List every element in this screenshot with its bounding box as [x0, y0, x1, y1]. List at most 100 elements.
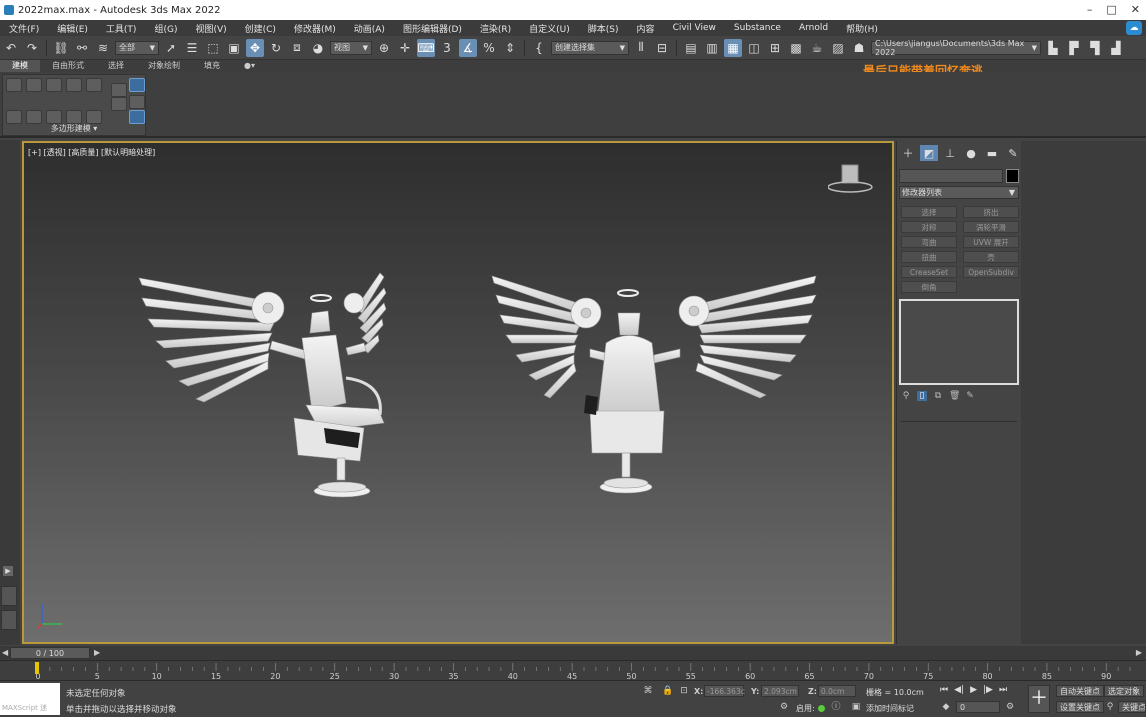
- scene-explorer-icon[interactable]: ▤: [682, 39, 700, 57]
- utilities-tab-icon[interactable]: ✎: [1004, 145, 1022, 161]
- key-filters-button[interactable]: 关键点: [1118, 701, 1146, 713]
- mod-turbosmooth-button[interactable]: 涡轮平滑: [963, 221, 1019, 233]
- mod-select-button[interactable]: 选择: [901, 206, 957, 218]
- curve-editor-icon[interactable]: ◫: [745, 39, 763, 57]
- make-unique-icon[interactable]: ⧉: [933, 391, 943, 401]
- time-config-icon[interactable]: ⚙: [1004, 701, 1016, 713]
- menu-scripting[interactable]: 脚本(S): [579, 22, 628, 35]
- next-modifier-icon[interactable]: [111, 83, 127, 97]
- key-filters-icon[interactable]: ⚲: [1104, 701, 1116, 713]
- polygon-modeling-label[interactable]: 多边形建模 ▾: [3, 123, 145, 134]
- project-open-icon[interactable]: ▛: [1065, 39, 1083, 57]
- use-soft-selection-icon[interactable]: [86, 110, 102, 124]
- keyboard-shortcut-icon[interactable]: ⌨: [417, 38, 435, 57]
- viewport-layout-tab[interactable]: [1, 586, 17, 606]
- select-rotate-icon[interactable]: ↻: [267, 39, 285, 57]
- create-tab-icon[interactable]: ＋: [899, 145, 917, 161]
- mirror-icon[interactable]: ⫴: [632, 39, 650, 57]
- project-folder-icon[interactable]: ▙: [1044, 39, 1062, 57]
- show-end-result-icon[interactable]: [46, 110, 62, 124]
- menu-help[interactable]: 帮助(H): [837, 22, 887, 35]
- rendered-frame-icon[interactable]: ▨: [829, 39, 847, 57]
- selection-lock-icon[interactable]: 🔒: [662, 685, 674, 697]
- menu-edit[interactable]: 编辑(E): [48, 22, 97, 35]
- mod-extrude-button[interactable]: 挤出: [963, 206, 1019, 218]
- edit-named-selection-icon[interactable]: {: [530, 39, 548, 57]
- tab-populate[interactable]: 填充: [192, 60, 232, 72]
- menu-rendering[interactable]: 渲染(R): [471, 22, 520, 35]
- ribbon-options-icon[interactable]: ●▾: [232, 60, 267, 72]
- edge-mode-icon[interactable]: [26, 78, 42, 92]
- y-coord-field[interactable]: 2.093cm: [761, 685, 799, 697]
- bind-spacewarp-icon[interactable]: ≋: [94, 39, 112, 57]
- expand-arrow-icon[interactable]: ▶: [3, 566, 13, 576]
- prev-frame-arrow-icon[interactable]: ◀: [2, 648, 8, 657]
- align-icon[interactable]: ⊟: [653, 39, 671, 57]
- mod-twist-button[interactable]: 扭曲: [901, 251, 957, 263]
- rect-selection-icon[interactable]: ⬚: [204, 39, 222, 57]
- object-name-input[interactable]: [899, 169, 1003, 183]
- add-time-tag-icon[interactable]: ▣: [850, 701, 862, 713]
- constraint-edge-icon[interactable]: [129, 95, 145, 109]
- perspective-viewport[interactable]: [+] [透视] [高质量] [默认明暗处理]: [22, 141, 894, 644]
- adaptive-degradation-icon[interactable]: ⚙: [778, 701, 790, 713]
- next-frame-arrow-icon[interactable]: ▶: [94, 648, 100, 657]
- set-key-button-icon[interactable]: ＋: [1028, 685, 1050, 713]
- mod-shell-button[interactable]: 壳: [963, 251, 1019, 263]
- next-frame-icon[interactable]: |▶: [983, 685, 993, 695]
- undo-icon[interactable]: ↶: [2, 39, 20, 57]
- spinner-snap-icon[interactable]: ⇕: [501, 39, 519, 57]
- element-mode-icon[interactable]: [86, 78, 102, 92]
- motion-tab-icon[interactable]: ●: [962, 145, 980, 161]
- reference-coord-dropdown[interactable]: 视图 ▼: [330, 40, 372, 55]
- configure-sets-icon[interactable]: ✎: [965, 391, 975, 401]
- select-place-icon[interactable]: ◕: [309, 39, 327, 57]
- redo-icon[interactable]: ↷: [23, 39, 41, 57]
- tab-modeling[interactable]: 建模: [0, 60, 40, 72]
- minimize-icon[interactable]: –: [1087, 3, 1093, 16]
- add-time-tag-label[interactable]: 添加时间标记: [866, 703, 914, 714]
- isolate-selection-icon[interactable]: ⌘: [642, 685, 654, 697]
- pivot-center-icon[interactable]: ⊕: [375, 39, 393, 57]
- selection-filter-dropdown[interactable]: 全部 ▼: [115, 40, 159, 55]
- menu-create[interactable]: 创建(C): [236, 22, 285, 35]
- tab-object-paint[interactable]: 对象绘制: [136, 60, 192, 72]
- vertex-mode-icon[interactable]: [6, 78, 22, 92]
- time-slider-thumb[interactable]: 0 / 100: [10, 647, 90, 659]
- mod-opensubdiv-button[interactable]: OpenSubdiv: [963, 266, 1019, 278]
- go-to-end-icon[interactable]: ⏭: [999, 685, 1007, 695]
- mod-symmetry-button[interactable]: 对称: [901, 221, 957, 233]
- project-save-icon[interactable]: ▜: [1086, 39, 1104, 57]
- modify-mode-icon[interactable]: [6, 110, 22, 124]
- current-frame-field[interactable]: 0: [956, 701, 1000, 713]
- mod-creaseset-button[interactable]: CreaseSet: [901, 266, 957, 278]
- previous-frame-icon[interactable]: ◀|: [954, 685, 964, 695]
- angle-snap-icon[interactable]: ∡: [459, 38, 477, 57]
- render-icon[interactable]: ☗: [850, 39, 868, 57]
- go-to-start-icon[interactable]: ⏮: [940, 685, 948, 695]
- auto-key-button[interactable]: 自动关键点: [1056, 685, 1104, 697]
- display-tab-icon[interactable]: ▬: [983, 145, 1001, 161]
- show-end-result-icon[interactable]: ▯: [917, 391, 927, 401]
- modify-tab-icon[interactable]: ◩: [920, 145, 938, 161]
- link-icon[interactable]: ⛓: [52, 39, 70, 57]
- menu-substance[interactable]: Substance: [725, 23, 790, 33]
- maximize-icon[interactable]: □: [1106, 3, 1116, 16]
- menu-customize[interactable]: 自定义(U): [520, 22, 579, 35]
- layer-explorer-icon[interactable]: ▥: [703, 39, 721, 57]
- material-editor-icon[interactable]: ▩: [787, 39, 805, 57]
- mod-bend-button[interactable]: 弯曲: [901, 236, 957, 248]
- select-by-name-icon[interactable]: ☰: [183, 39, 201, 57]
- menu-civil-view[interactable]: Civil View: [664, 23, 725, 33]
- previous-modifier-icon[interactable]: [111, 97, 127, 111]
- render-setup-icon[interactable]: ☕: [808, 39, 826, 57]
- select-move-icon[interactable]: ✥: [246, 38, 264, 57]
- timeline-ruler[interactable]: 0 5 10 15 20 25 30 35 40 45 50 55 60 65 70 75 80 85 90: [0, 660, 1146, 681]
- menu-graph-editors[interactable]: 图形编辑器(D): [394, 22, 471, 35]
- maxscript-listener[interactable]: MAXScript 迷: [0, 683, 60, 715]
- time-slider[interactable]: ◀ 0 / 100 ▶ ▶: [0, 646, 1146, 660]
- remove-modifier-icon[interactable]: 🗑: [949, 391, 960, 401]
- select-scale-icon[interactable]: ⧈: [288, 39, 306, 57]
- object-color-swatch[interactable]: [1006, 169, 1019, 183]
- key-mode-icon[interactable]: ◆: [940, 701, 952, 713]
